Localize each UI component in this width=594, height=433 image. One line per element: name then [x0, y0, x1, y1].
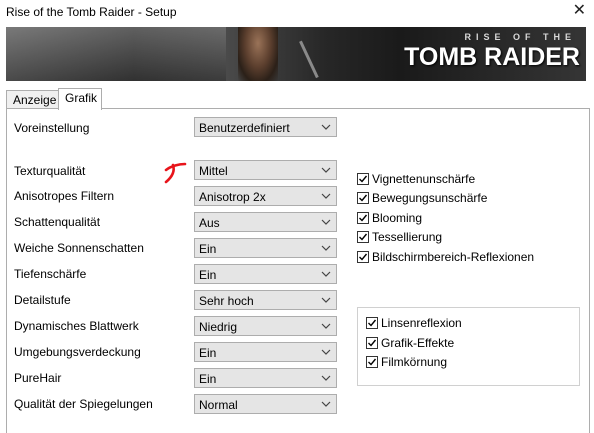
chevron-down-icon	[321, 349, 331, 355]
soft-sun-shadows-dropdown[interactable]: Ein	[194, 238, 337, 258]
texture-quality-dropdown[interactable]: Mittel	[194, 160, 337, 180]
chevron-down-icon	[321, 167, 331, 173]
checkmark-icon	[359, 214, 368, 222]
checkmark-icon	[368, 358, 377, 366]
setting-label-reflection-quality: Qualität der Spiegelungen	[14, 397, 153, 411]
checkbox-box	[357, 192, 369, 204]
window-title: Rise of the Tomb Raider - Setup	[6, 5, 177, 19]
chevron-down-icon	[321, 271, 331, 277]
checkbox-box	[357, 173, 369, 185]
dropdown-value: Sehr hoch	[199, 294, 254, 308]
red-x-annotation	[164, 162, 187, 184]
tab-anzeige[interactable]: Anzeige	[6, 90, 60, 109]
banner-character	[238, 27, 278, 81]
chevron-down-icon	[321, 219, 331, 225]
dropdown-value: Ein	[199, 346, 217, 360]
chevron-down-icon	[321, 297, 331, 303]
preset-dropdown[interactable]: Benutzerdefiniert	[194, 117, 337, 137]
reflection-quality-dropdown[interactable]: Normal	[194, 394, 337, 414]
shadow-quality-dropdown[interactable]: Aus	[194, 212, 337, 232]
checkbox-label: Filmkörnung	[381, 355, 448, 369]
checkbox-box	[366, 337, 378, 349]
dropdown-value: Ein	[199, 372, 217, 386]
checkmark-icon	[359, 253, 368, 261]
banner-climbing-axe	[299, 27, 346, 79]
setting-label-depth-of-field: Tiefenschärfe	[14, 267, 87, 281]
setting-label-anisotropic-filtering: Anisotropes Filtern	[14, 189, 115, 203]
checkmark-icon	[368, 319, 377, 327]
checkbox-box	[357, 212, 369, 224]
setting-label-texture-quality: Texturqualität	[14, 164, 86, 178]
game-logo: TOMB RAIDER	[404, 43, 580, 71]
setting-label-purehair: PureHair	[14, 371, 62, 385]
setting-label-dynamic-foliage: Dynamisches Blattwerk	[14, 319, 139, 333]
dropdown-value: Anisotrop 2x	[199, 190, 266, 204]
header-banner: RISE OF THE TOMB RAIDER	[6, 27, 586, 81]
dropdown-value: Aus	[199, 216, 220, 230]
chevron-down-icon	[321, 245, 331, 251]
setting-label-soft-sun-shadows: Weiche Sonnenschatten	[14, 241, 144, 255]
dropdown-value: Niedrig	[199, 320, 238, 334]
banner-landscape	[6, 27, 226, 81]
setting-label-ambient-occlusion: Umgebungsverdeckung	[14, 345, 141, 359]
checkbox-label: Linsenreflexion	[381, 316, 462, 330]
chevron-down-icon	[321, 124, 331, 130]
dropdown-value: Normal	[199, 398, 238, 412]
checkbox-box	[366, 317, 378, 329]
checkmark-icon	[359, 194, 368, 202]
checkbox-label: Bildschirmbereich-Reflexionen	[372, 250, 535, 264]
checkbox-label: Grafik-Effekte	[381, 336, 455, 350]
checkbox-box	[366, 356, 378, 368]
checkbox-label: Bewegungsunschärfe	[372, 191, 488, 205]
chevron-down-icon	[321, 401, 331, 407]
chevron-down-icon	[321, 375, 331, 381]
dynamic-foliage-dropdown[interactable]: Niedrig	[194, 316, 337, 336]
purehair-dropdown[interactable]: Ein	[194, 368, 337, 388]
logo-subtitle: RISE OF THE	[464, 32, 576, 42]
setting-label-level-of-detail: Detailstufe	[14, 293, 71, 307]
checkbox-box	[357, 251, 369, 263]
checkbox-label: Tessellierung	[372, 230, 443, 244]
checkmark-icon	[359, 175, 368, 183]
chevron-down-icon	[321, 193, 331, 199]
checkbox-label: Blooming	[372, 211, 423, 225]
ambient-occlusion-dropdown[interactable]: Ein	[194, 342, 337, 362]
checkbox-box	[357, 231, 369, 243]
dropdown-value: Benutzerdefiniert	[199, 121, 290, 135]
level-of-detail-dropdown[interactable]: Sehr hoch	[194, 290, 337, 310]
close-icon[interactable]: ✕	[573, 2, 586, 20]
preset-label: Voreinstellung	[14, 121, 90, 135]
checkmark-icon	[359, 233, 368, 241]
anisotropic-filtering-dropdown[interactable]: Anisotrop 2x	[194, 186, 337, 206]
dropdown-value: Ein	[199, 268, 217, 282]
depth-of-field-dropdown[interactable]: Ein	[194, 264, 337, 284]
dropdown-value: Mittel	[199, 164, 228, 178]
setting-label-shadow-quality: Schattenqualität	[14, 215, 101, 229]
checkbox-label: Vignettenunschärfe	[372, 172, 476, 186]
checkmark-icon	[368, 339, 377, 347]
chevron-down-icon	[321, 323, 331, 329]
tab-grafik[interactable]: Grafik	[58, 88, 102, 110]
title-bar: Rise of the Tomb Raider - Setup ✕	[0, 0, 594, 25]
dropdown-value: Ein	[199, 242, 217, 256]
